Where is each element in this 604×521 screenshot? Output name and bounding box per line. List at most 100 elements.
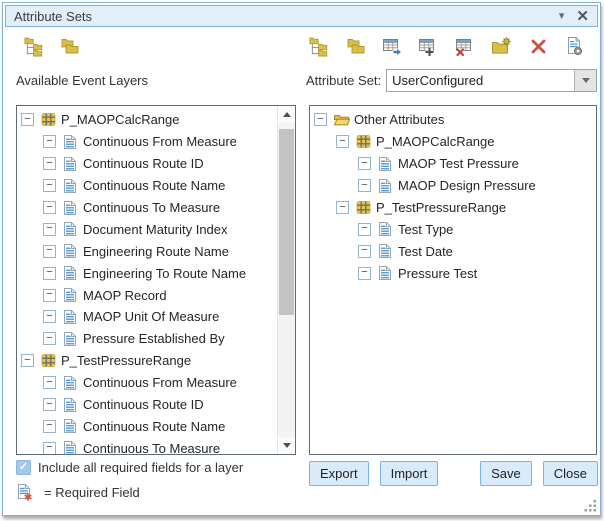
collapse-toggle[interactable] <box>358 223 371 236</box>
scrollbar-thumb[interactable] <box>279 129 294 315</box>
collapse-toggle[interactable] <box>21 354 34 367</box>
table-export-button[interactable] <box>382 36 403 57</box>
triangle-down-icon <box>283 443 291 448</box>
collapse-toggle[interactable] <box>43 289 56 302</box>
delete-button[interactable] <box>528 36 549 57</box>
collapse-toggle[interactable] <box>358 179 371 192</box>
collapse-toggle[interactable] <box>21 113 34 126</box>
add-folder-button[interactable] <box>59 36 80 57</box>
collapse-toggle[interactable] <box>358 267 371 280</box>
resize-grip[interactable] <box>584 499 597 512</box>
collapse-toggle[interactable] <box>43 398 56 411</box>
tree-item[interactable]: Continuous Route Name <box>17 415 295 437</box>
tree-item[interactable]: MAOP Unit Of Measure <box>17 306 295 328</box>
collapse-toggle[interactable] <box>43 179 56 192</box>
collapse-toggle[interactable] <box>43 310 56 323</box>
tree-item[interactable]: Continuous Route ID <box>17 394 295 416</box>
add-layer-tree-button[interactable] <box>24 36 45 57</box>
tree-item[interactable]: Continuous From Measure <box>17 372 295 394</box>
dropdown-button[interactable] <box>574 70 596 91</box>
collapse-toggle[interactable] <box>43 420 56 433</box>
tree-item[interactable]: MAOP Record <box>17 284 295 306</box>
table-remove-button[interactable] <box>455 36 476 57</box>
import-button[interactable]: Import <box>380 461 439 486</box>
field-icon <box>61 375 79 391</box>
field-icon <box>61 134 79 150</box>
field-icon <box>61 243 79 259</box>
collapse-toggle[interactable] <box>43 157 56 170</box>
tree-item-label: Continuous From Measure <box>83 375 237 390</box>
table-add-button[interactable] <box>418 36 439 57</box>
tree-item[interactable]: Pressure Established By <box>17 328 295 350</box>
available-layers-tree-panel[interactable]: P_MAOPCalcRangeContinuous From MeasureCo… <box>16 105 296 455</box>
tree-item-label: P_MAOPCalcRange <box>61 112 180 127</box>
tree-item[interactable]: Continuous Route Name <box>17 175 295 197</box>
collapse-toggle[interactable] <box>336 201 349 214</box>
tree-item[interactable]: Continuous From Measure <box>17 131 295 153</box>
collapse-toggle[interactable] <box>336 135 349 148</box>
tree-item[interactable]: P_MAOPCalcRange <box>310 131 596 153</box>
field-icon <box>61 397 79 413</box>
folders-button[interactable] <box>345 36 366 57</box>
folder-settings-button[interactable] <box>491 36 512 57</box>
tree-item[interactable]: Continuous To Measure <box>17 197 295 219</box>
attribute-set-dropdown[interactable]: UserConfigured <box>386 69 597 92</box>
field-icon <box>61 265 79 281</box>
collapse-toggle[interactable] <box>43 223 56 236</box>
field-icon <box>376 156 394 172</box>
tree-item[interactable]: Test Date <box>310 240 596 262</box>
triangle-up-icon <box>283 112 291 117</box>
field-icon <box>376 221 394 237</box>
table-remove-icon <box>455 36 476 57</box>
field-icon <box>61 221 79 237</box>
tree-item[interactable]: Pressure Test <box>310 262 596 284</box>
scroll-down-button[interactable] <box>278 437 295 454</box>
tree-item[interactable]: Engineering To Route Name <box>17 262 295 284</box>
window-menu-button[interactable]: ▾ <box>559 11 565 22</box>
tree-item[interactable]: Document Maturity Index <box>17 218 295 240</box>
field-icon <box>61 418 79 434</box>
scroll-up-button[interactable] <box>278 106 295 123</box>
close-button[interactable]: Close <box>543 461 598 486</box>
layer-tree-button[interactable] <box>309 36 330 57</box>
document-settings-button[interactable] <box>564 36 585 57</box>
event-layer-icon <box>354 134 372 149</box>
collapse-toggle[interactable] <box>43 332 56 345</box>
tree-item[interactable]: Continuous Route ID <box>17 153 295 175</box>
include-required-fields-checkbox[interactable] <box>16 460 31 475</box>
attribute-set-tree-panel[interactable]: Other AttributesP_MAOPCalcRangeMAOP Test… <box>309 105 597 455</box>
tree-item[interactable]: MAOP Design Pressure <box>310 175 596 197</box>
tree-item[interactable]: Engineering Route Name <box>17 240 295 262</box>
export-button[interactable]: Export <box>309 461 369 486</box>
tree-item[interactable]: Other Attributes <box>310 109 596 131</box>
layer-tree-icon <box>309 36 330 57</box>
collapse-toggle[interactable] <box>43 442 56 455</box>
collapse-toggle[interactable] <box>43 201 56 214</box>
field-icon <box>61 200 79 216</box>
folders-icon <box>345 36 366 57</box>
tree-item-label: Continuous Route Name <box>83 419 225 434</box>
window-close-button[interactable]: ✕ <box>576 9 589 24</box>
collapse-toggle[interactable] <box>43 245 56 258</box>
footer-buttons: Export Import Save Close <box>309 461 598 486</box>
collapse-toggle[interactable] <box>43 135 56 148</box>
left-panel-scrollbar[interactable] <box>277 106 295 454</box>
tree-item[interactable]: P_TestPressureRange <box>17 350 295 372</box>
event-layer-icon <box>354 200 372 215</box>
toolbar <box>3 36 600 62</box>
tree-item[interactable]: P_MAOPCalcRange <box>17 109 295 131</box>
tree-item[interactable]: P_TestPressureRange <box>310 197 596 219</box>
save-button[interactable]: Save <box>480 461 532 486</box>
collapse-toggle[interactable] <box>358 245 371 258</box>
title-bar[interactable]: Attribute Sets ▾ ✕ <box>5 5 598 27</box>
tree-item[interactable]: Continuous To Measure <box>17 437 295 455</box>
collapse-toggle[interactable] <box>314 113 327 126</box>
tree-item-label: P_TestPressureRange <box>376 200 506 215</box>
tree-item-label: Engineering Route Name <box>83 244 229 259</box>
tree-item[interactable]: MAOP Test Pressure <box>310 153 596 175</box>
attribute-set-tree: Other AttributesP_MAOPCalcRangeMAOP Test… <box>310 106 596 284</box>
collapse-toggle[interactable] <box>43 267 56 280</box>
collapse-toggle[interactable] <box>358 157 371 170</box>
tree-item[interactable]: Test Type <box>310 218 596 240</box>
collapse-toggle[interactable] <box>43 376 56 389</box>
